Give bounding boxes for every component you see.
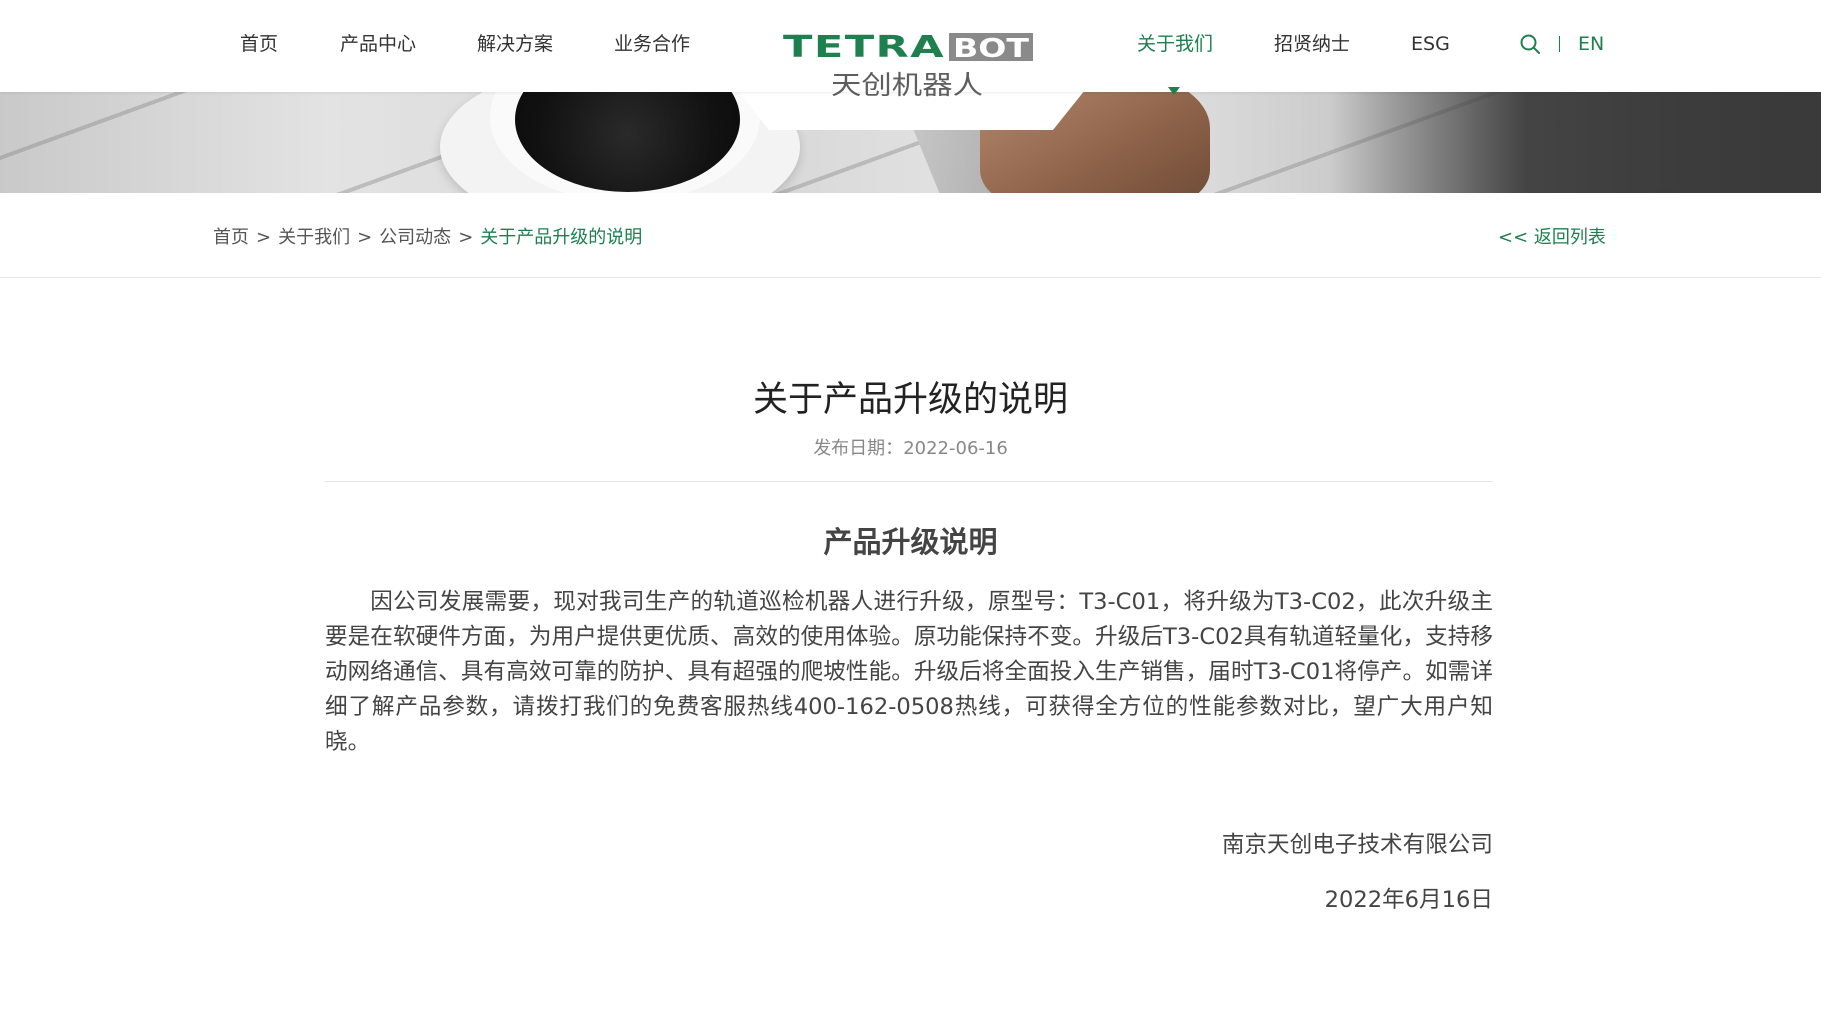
nav-about[interactable]: 关于我们: [1137, 31, 1213, 57]
signature-company: 南京天创电子技术有限公司: [1221, 832, 1493, 858]
active-nav-pointer-icon: [1168, 87, 1180, 95]
signature-date: 2022年6月16日: [1324, 887, 1493, 913]
breadcrumb-home[interactable]: 首页: [213, 227, 249, 248]
nav-careers[interactable]: 招贤纳士: [1274, 31, 1350, 57]
logo[interactable]: TETRA BOT 天创机器人: [781, 30, 1035, 100]
page-title: 关于产品升级的说明: [752, 380, 1068, 420]
article-body: 因公司发展需要，现对我司生产的轨道巡检机器人进行升级，原型号：T3-C01，将升…: [325, 589, 1493, 755]
nav-esg[interactable]: ESG: [1411, 31, 1450, 57]
nav-solutions[interactable]: 解决方案: [477, 31, 553, 57]
breadcrumb-current: 关于产品升级的说明: [480, 227, 643, 248]
nav-home[interactable]: 首页: [240, 31, 278, 57]
publish-date: 发布日期：2022-06-16: [0, 434, 1821, 460]
svg-text:TETRA: TETRA: [783, 30, 945, 65]
svg-text:BOT: BOT: [953, 34, 1029, 64]
breadcrumb-about[interactable]: 关于我们: [278, 227, 350, 248]
article-subheading: 产品升级说明: [823, 525, 998, 559]
publish-date-label: 发布日期：: [813, 438, 904, 459]
back-to-list-link[interactable]: << 返回列表: [1498, 223, 1606, 249]
language-switch[interactable]: EN: [1578, 31, 1604, 57]
breadcrumb-separator: >: [458, 227, 474, 248]
nav-products[interactable]: 产品中心: [340, 31, 416, 57]
breadcrumb-separator: >: [357, 227, 373, 248]
banner-shadow: [1330, 92, 1821, 193]
breadcrumb-bar: 首页 > 关于我们 > 公司动态 > 关于产品升级的说明 << 返回列表: [0, 193, 1821, 278]
svg-text:天创机器人: 天创机器人: [831, 71, 983, 100]
nav-cooperation[interactable]: 业务合作: [614, 31, 690, 57]
breadcrumb: 首页 > 关于我们 > 公司动态 > 关于产品升级的说明: [213, 223, 642, 249]
page: 首页 产品中心 解决方案 业务合作 关于我们 招贤纳士 ESG EN TETRA…: [0, 0, 1821, 1012]
breadcrumb-separator: >: [256, 227, 272, 248]
search-icon[interactable]: [1519, 33, 1541, 55]
divider: [1559, 36, 1560, 52]
title-divider: [325, 481, 1493, 482]
breadcrumb-news[interactable]: 公司动态: [379, 227, 451, 248]
publish-date-value: 2022-06-16: [903, 438, 1008, 459]
